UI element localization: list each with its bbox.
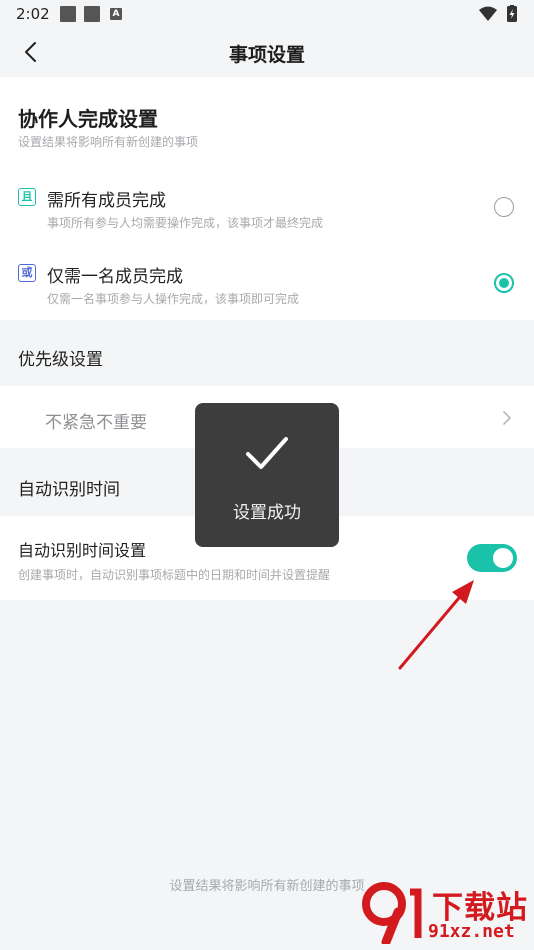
notification-icon <box>60 6 76 22</box>
radio-selected[interactable] <box>494 273 514 293</box>
option-one-member[interactable]: 或 仅需一名成员完成 仅需一名事项参与人操作完成，该事项即可完成 <box>0 264 534 342</box>
option-label: 需所有成员完成 <box>47 191 166 211</box>
watermark-brand-url: 91xz.net <box>428 921 515 942</box>
collaborator-settings-card: 协作人完成设置 设置结果将影响所有新创建的事项 且 需所有成员完成 事项所有参与… <box>0 77 534 320</box>
watermark: 下载站 91xz.net <box>360 880 532 946</box>
collaborator-section-subtitle: 设置结果将影响所有新创建的事项 <box>18 135 199 149</box>
status-bar: 2:02 A <box>0 0 534 28</box>
notification-icon <box>84 6 100 22</box>
auto-time-setting-title: 自动识别时间设置 <box>18 541 147 560</box>
option-label: 仅需一名成员完成 <box>47 267 183 287</box>
or-icon: 或 <box>18 264 36 282</box>
status-time: 2:02 <box>16 5 50 23</box>
option-description: 事项所有参与人均需要操作完成，该事项才最终完成 <box>47 216 324 230</box>
option-all-members[interactable]: 且 需所有成员完成 事项所有参与人均需要操作完成，该事项才最终完成 <box>0 188 534 266</box>
success-toast: 设置成功 <box>195 403 339 547</box>
auto-time-toggle[interactable] <box>467 544 517 572</box>
checkmark-icon <box>246 437 288 469</box>
wifi-battery-icon <box>479 5 517 22</box>
nav-bar: 事项设置 <box>0 28 534 76</box>
auto-time-setting-description: 创建事项时，自动识别事项标题中的日期和时间并设置提醒 <box>18 568 331 582</box>
chevron-right-icon <box>503 411 511 425</box>
option-description: 仅需一名事项参与人操作完成，该事项即可完成 <box>47 292 300 306</box>
and-icon: 且 <box>18 188 36 206</box>
priority-value: 不紧急不重要 <box>45 413 147 433</box>
toast-message: 设置成功 <box>233 503 301 523</box>
page-title: 事项设置 <box>228 44 305 66</box>
annotation-arrow-icon <box>398 580 474 670</box>
priority-section-label: 优先级设置 <box>18 350 103 370</box>
brand-logo-icon <box>362 882 422 944</box>
notification-badge-icon: A <box>110 8 122 20</box>
collaborator-section-title: 协作人完成设置 <box>18 107 158 131</box>
auto-time-section-label: 自动识别时间 <box>18 480 120 500</box>
radio-unselected[interactable] <box>494 197 514 217</box>
